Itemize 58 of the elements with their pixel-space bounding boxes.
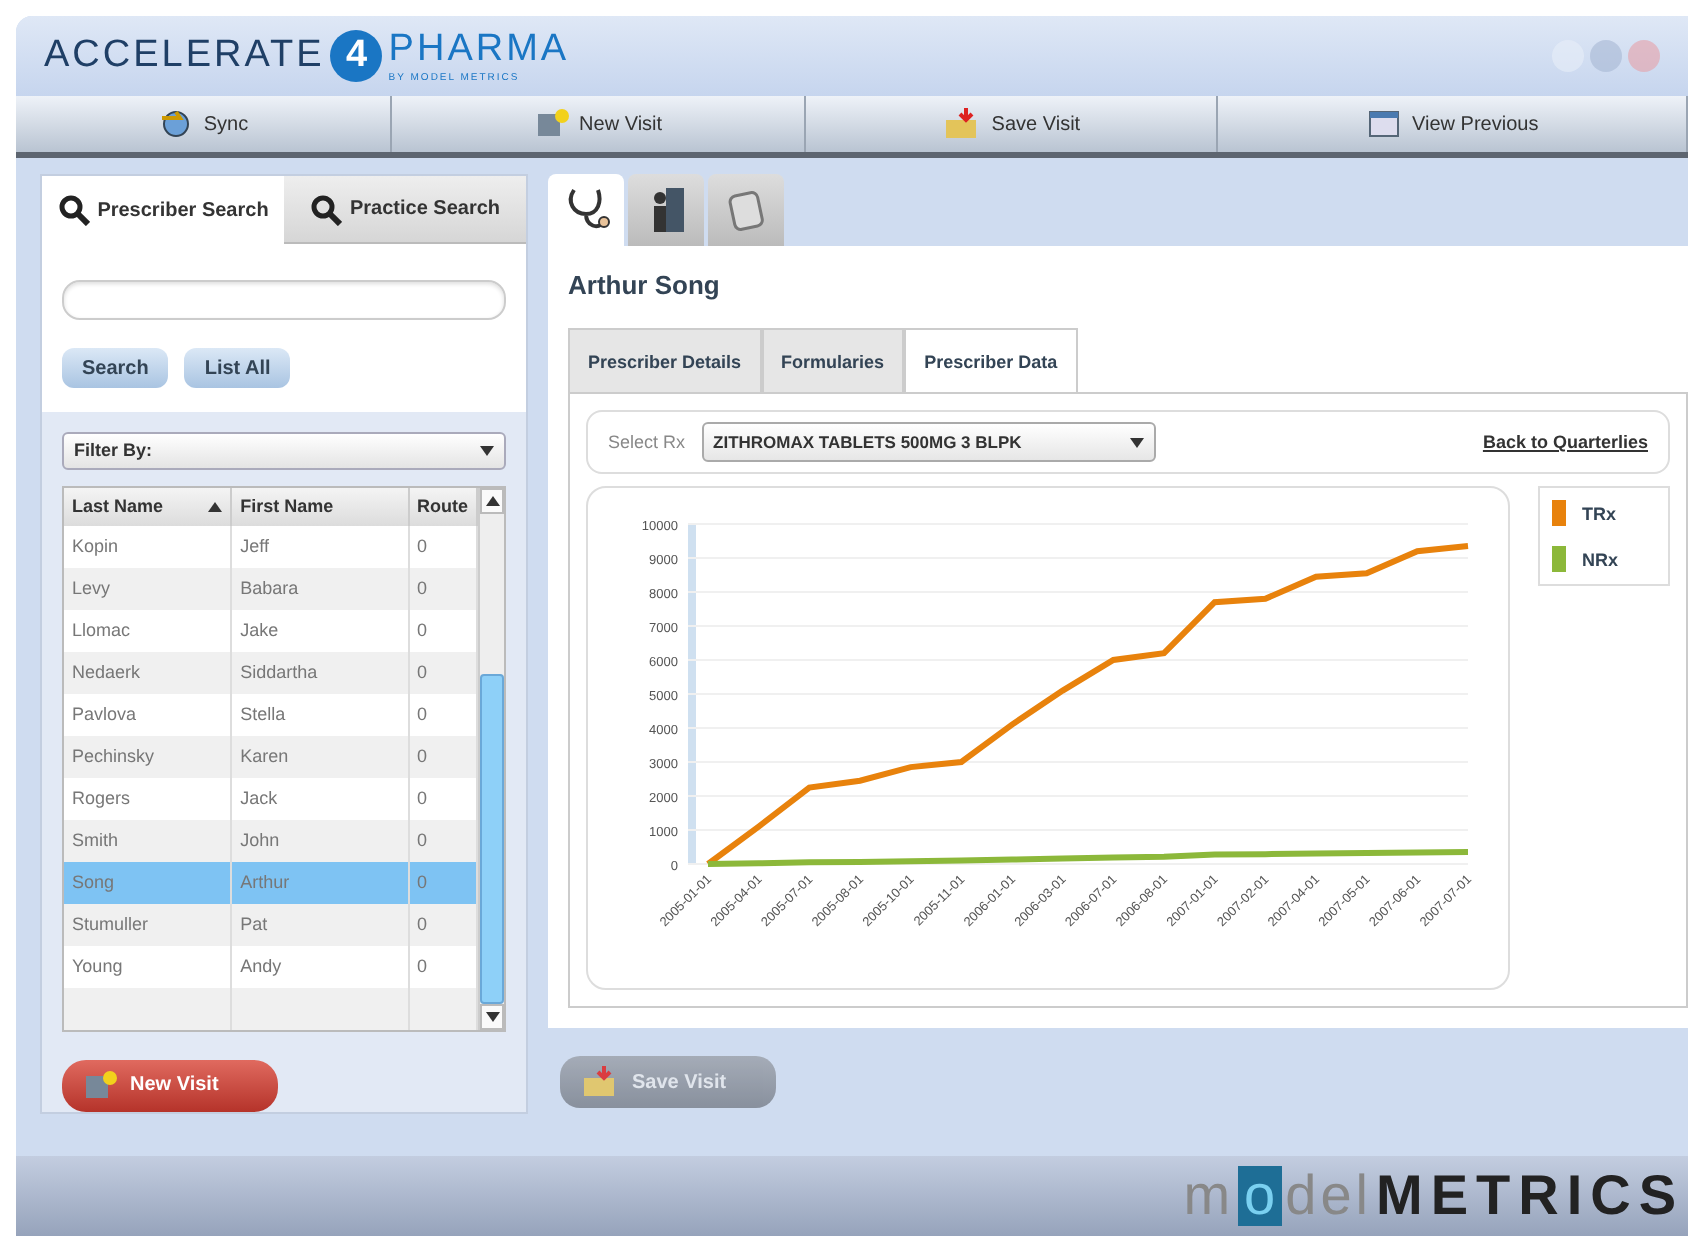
table-row[interactable]: Stumuller Pat 0 [64,903,477,946]
filter-dropdown[interactable]: Filter By: [62,432,506,470]
logo-word: ACCELERATE [44,34,325,78]
table-row[interactable]: Kopin Jeff 0 [64,525,477,568]
table-row[interactable]: Levy Babara 0 [64,567,477,610]
info-tab[interactable]: Prescriber Details [568,328,762,394]
toolbar-button[interactable]: Save Visit [805,96,1219,152]
logo-digit: 4 [330,30,383,82]
detail-tab[interactable] [548,174,624,246]
search-icon [309,193,342,225]
table-row[interactable]: Rogers Jack 0 [64,777,477,820]
form-icon [533,108,570,140]
scrollbar[interactable] [478,487,504,1030]
globe-icon [157,108,194,140]
folder-icon [580,1066,620,1098]
search-tab[interactable]: Practice Search [284,176,526,244]
caret-icon [480,445,494,456]
filter-label: Filter By: [74,440,153,461]
caret-icon [1129,437,1144,447]
brand-word: del [1285,1164,1372,1228]
table-row[interactable]: Pavlova Stella 0 [64,693,477,736]
folder-icon [941,108,982,140]
back-link[interactable]: Back to Quarterlies [1482,432,1648,452]
logo-word: PHARMA [388,28,570,72]
prescriber-name: Arthur Song [568,270,722,300]
search-icon [57,194,90,226]
form-icon [82,1069,118,1102]
sort-icon [208,502,223,513]
search-tab[interactable]: Prescriber Search [42,176,284,244]
legend-label: TRx [1582,503,1617,523]
brand-letter: o [1238,1166,1282,1226]
toolbar-button[interactable]: View Previous [1218,96,1688,152]
new-visit-button[interactable]: New Visit [62,1059,278,1112]
brand-word: m [1183,1164,1235,1228]
legend-label: NRx [1582,549,1619,569]
search-button[interactable]: Search [62,348,169,388]
column-header[interactable]: Route [408,487,477,526]
search-button[interactable]: List All [184,348,291,388]
rx-dropdown[interactable]: ZITHROMAX TABLETS 500MG 3 BLPK [701,422,1156,462]
search-field[interactable] [62,280,506,320]
scroll-up-icon[interactable] [485,495,499,506]
table-row[interactable]: Young Andy 0 [64,945,477,988]
toolbar-button[interactable]: New Visit [391,96,806,152]
scroll-down-icon[interactable] [485,1011,499,1022]
table-row[interactable]: Nedaerk Siddartha 0 [64,651,477,694]
brand-word: METRICS [1376,1164,1684,1228]
toolbar-button[interactable]: Sync [16,96,392,152]
window-icon [1366,108,1403,140]
column-header[interactable]: Last Name [64,487,232,526]
table-row[interactable]: Llomac Jake 0 [64,609,477,652]
rx-label: Select Rx [608,432,686,452]
table-row[interactable]: Smith John 0 [64,819,477,862]
info-tab[interactable]: Prescriber Data [904,328,1078,394]
document-icon [726,186,766,234]
info-tab[interactable]: Formularies [761,328,905,394]
table-row[interactable]: Pechinsky Karen 0 [64,735,477,778]
detail-tab[interactable] [628,174,704,246]
column-header[interactable]: First Name [231,487,408,526]
